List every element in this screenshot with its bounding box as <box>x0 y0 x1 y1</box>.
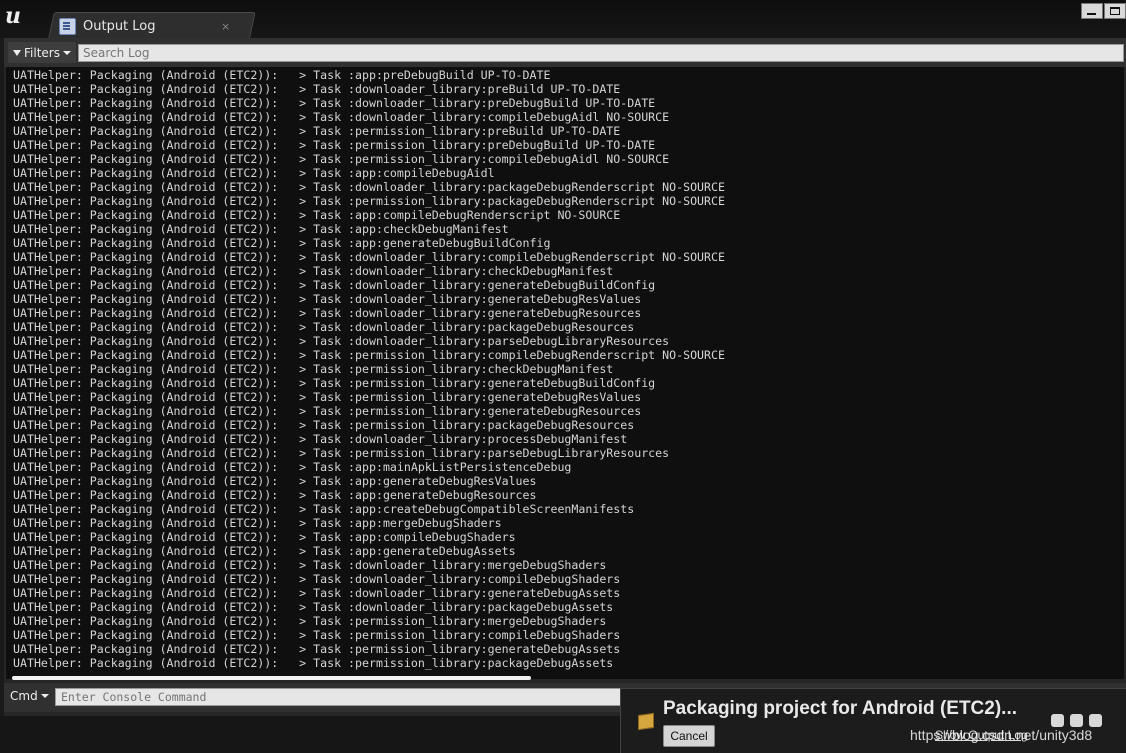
status-strip <box>0 716 620 753</box>
throbber-icon <box>1051 714 1102 727</box>
log-line: UATHelper: Packaging (Android (ETC2)): >… <box>13 320 635 334</box>
log-line: UATHelper: Packaging (Android (ETC2)): >… <box>13 474 537 488</box>
tab-output-log-content[interactable]: Output Log × <box>56 14 236 38</box>
cancel-button[interactable]: Cancel <box>663 725 715 747</box>
log-line: UATHelper: Packaging (Android (ETC2)): >… <box>13 194 725 208</box>
log-line: UATHelper: Packaging (Android (ETC2)): >… <box>13 460 572 474</box>
log-line: UATHelper: Packaging (Android (ETC2)): >… <box>13 222 509 236</box>
log-line: UATHelper: Packaging (Android (ETC2)): >… <box>13 418 635 432</box>
log-line: UATHelper: Packaging (Android (ETC2)): >… <box>13 236 551 250</box>
log-line: UATHelper: Packaging (Android (ETC2)): >… <box>13 558 607 572</box>
package-icon <box>638 712 654 731</box>
filter-bar: Filters <box>4 38 1126 67</box>
log-line: UATHelper: Packaging (Android (ETC2)): >… <box>13 264 614 278</box>
log-line: UATHelper: Packaging (Android (ETC2)): >… <box>13 530 516 544</box>
title-bar: u Output Log × <box>0 0 1126 39</box>
cmd-dropdown[interactable]: Cmd <box>10 689 49 703</box>
log-line: UATHelper: Packaging (Android (ETC2)): >… <box>13 628 621 642</box>
log-line: UATHelper: Packaging (Android (ETC2)): >… <box>13 68 551 82</box>
log-line: UATHelper: Packaging (Android (ETC2)): >… <box>13 544 516 558</box>
log-line: UATHelper: Packaging (Android (ETC2)): >… <box>13 250 725 264</box>
log-line: UATHelper: Packaging (Android (ETC2)): >… <box>13 642 621 656</box>
log-line: UATHelper: Packaging (Android (ETC2)): >… <box>13 138 656 152</box>
packaging-notification: Packaging project for Android (ETC2)... … <box>620 688 1126 753</box>
log-line: UATHelper: Packaging (Android (ETC2)): >… <box>13 446 670 460</box>
cmd-label: Cmd <box>10 689 38 703</box>
filters-button[interactable]: Filters <box>8 42 76 63</box>
filter-icon <box>13 49 21 56</box>
filters-label: Filters <box>24 45 60 60</box>
log-line: UATHelper: Packaging (Android (ETC2)): >… <box>13 166 495 180</box>
log-line: UATHelper: Packaging (Android (ETC2)): >… <box>13 488 537 502</box>
chevron-down-icon <box>40 694 49 698</box>
search-input[interactable] <box>78 44 1124 62</box>
log-line: UATHelper: Packaging (Android (ETC2)): >… <box>13 96 656 110</box>
log-view[interactable]: UATHelper: Packaging (Android (ETC2)): >… <box>6 67 1124 679</box>
tab-label: Output Log <box>83 18 156 34</box>
log-line: UATHelper: Packaging (Android (ETC2)): >… <box>13 278 656 292</box>
minimize-icon[interactable] <box>1081 3 1103 19</box>
notification-title: Packaging project for Android (ETC2)... <box>663 698 1017 719</box>
log-line: UATHelper: Packaging (Android (ETC2)): >… <box>13 124 621 138</box>
log-line: UATHelper: Packaging (Android (ETC2)): >… <box>13 516 502 530</box>
unreal-logo-icon[interactable]: u <box>5 3 31 29</box>
log-line: UATHelper: Packaging (Android (ETC2)): >… <box>13 614 607 628</box>
log-line: UATHelper: Packaging (Android (ETC2)): >… <box>13 572 621 586</box>
log-line: UATHelper: Packaging (Android (ETC2)): >… <box>13 656 614 670</box>
output-log-panel: Filters UATHelper: Packaging (Android (E… <box>4 38 1126 716</box>
log-line: UATHelper: Packaging (Android (ETC2)): >… <box>13 306 642 320</box>
log-line: UATHelper: Packaging (Android (ETC2)): >… <box>13 152 670 166</box>
close-icon[interactable]: × <box>221 20 230 33</box>
console-command-input[interactable] <box>55 688 695 706</box>
log-line: UATHelper: Packaging (Android (ETC2)): >… <box>13 600 614 614</box>
log-line: UATHelper: Packaging (Android (ETC2)): >… <box>13 586 621 600</box>
log-line: UATHelper: Packaging (Android (ETC2)): >… <box>13 362 614 376</box>
output-log-icon <box>59 17 76 35</box>
log-line: UATHelper: Packaging (Android (ETC2)): >… <box>13 334 670 348</box>
log-line: UATHelper: Packaging (Android (ETC2)): >… <box>13 292 642 306</box>
watermark: https://blog.csdn.net/unity3d8 <box>910 727 1093 743</box>
log-line: UATHelper: Packaging (Android (ETC2)): >… <box>13 348 725 362</box>
window-controls <box>1081 3 1126 19</box>
log-line: UATHelper: Packaging (Android (ETC2)): >… <box>13 502 635 516</box>
maximize-icon[interactable] <box>1104 3 1126 19</box>
log-line: UATHelper: Packaging (Android (ETC2)): >… <box>13 180 725 194</box>
chevron-down-icon <box>62 50 71 55</box>
log-line: UATHelper: Packaging (Android (ETC2)): >… <box>13 404 642 418</box>
log-line: UATHelper: Packaging (Android (ETC2)): >… <box>13 432 628 446</box>
log-line: UATHelper: Packaging (Android (ETC2)): >… <box>13 110 670 124</box>
log-line: UATHelper: Packaging (Android (ETC2)): >… <box>13 82 621 96</box>
log-line: UATHelper: Packaging (Android (ETC2)): >… <box>13 390 642 404</box>
log-list: UATHelper: Packaging (Android (ETC2)): >… <box>13 68 725 670</box>
log-line: UATHelper: Packaging (Android (ETC2)): >… <box>13 208 621 222</box>
horizontal-scrollbar[interactable] <box>12 676 531 680</box>
log-line: UATHelper: Packaging (Android (ETC2)): >… <box>13 376 656 390</box>
